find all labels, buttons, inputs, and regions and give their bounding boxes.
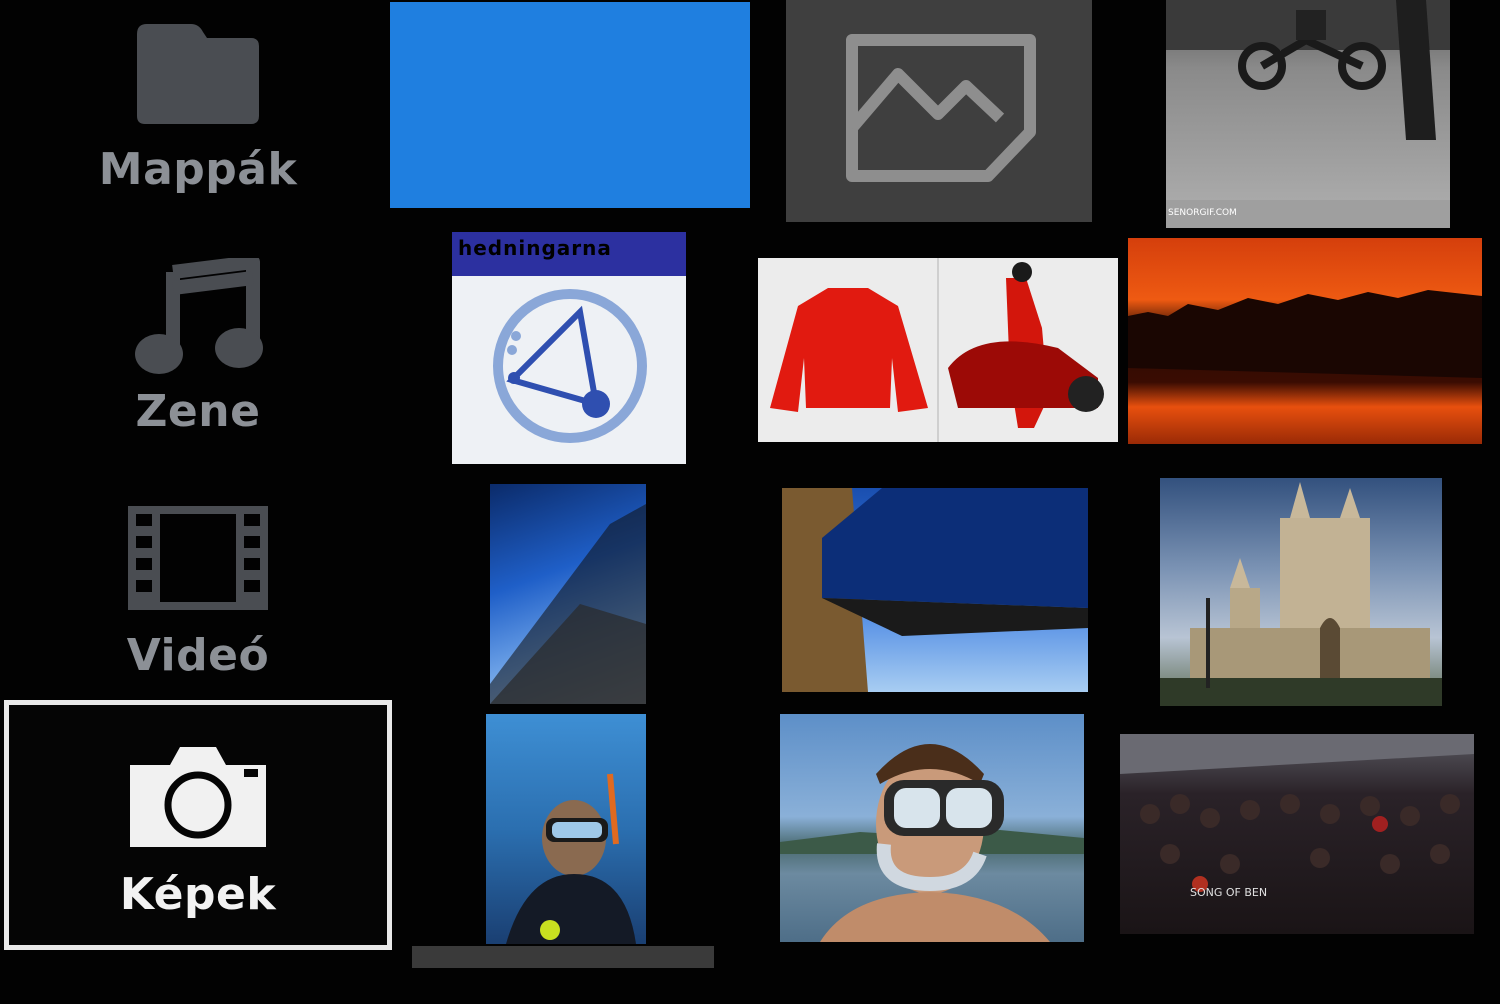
album-title: hedningarna	[458, 236, 612, 260]
diver-photo-tile[interactable]	[486, 714, 646, 944]
camera-icon	[9, 743, 387, 851]
red-jacket-photo-tile[interactable]	[758, 258, 1118, 442]
car-sky-photo-tile[interactable]	[782, 488, 1088, 692]
photo-caption: SONG OF BEN	[1190, 886, 1268, 899]
photo-caption: SENORGIF.COM	[1168, 208, 1237, 218]
sidebar-item-music[interactable]: Zene	[4, 244, 392, 484]
sidebar-item-folders[interactable]: Mappák	[4, 2, 392, 242]
blue-placeholder-tile[interactable]	[390, 2, 750, 208]
sidebar-item-label: Képek	[119, 869, 277, 920]
music-note-icon	[4, 258, 392, 378]
sidebar-item-label: Zene	[135, 386, 261, 437]
image-icon	[846, 34, 1036, 182]
image-placeholder-tile[interactable]	[786, 0, 1092, 222]
sidebar-item-label: Videó	[126, 630, 270, 681]
motorcycle-photo-tile[interactable]: SENORGIF.COM	[1166, 0, 1450, 228]
horizontal-scrollbar[interactable]	[412, 946, 714, 968]
sidebar-item-video[interactable]: Videó	[4, 486, 392, 726]
sunset-photo-tile[interactable]	[1128, 238, 1482, 444]
sidebar-item-label: Mappák	[98, 144, 298, 195]
snorkel-portrait-tile[interactable]	[780, 714, 1084, 942]
film-strip-icon	[4, 504, 392, 612]
folder-icon	[4, 18, 392, 126]
building-sky-photo-tile[interactable]	[490, 484, 646, 704]
cathedral-photo-tile[interactable]	[1160, 478, 1442, 706]
crowd-photo-tile[interactable]: SONG OF BEN	[1120, 734, 1474, 934]
album-cover-tile[interactable]: hedningarna	[452, 232, 686, 464]
sidebar-item-pictures[interactable]: Képek	[4, 700, 392, 950]
